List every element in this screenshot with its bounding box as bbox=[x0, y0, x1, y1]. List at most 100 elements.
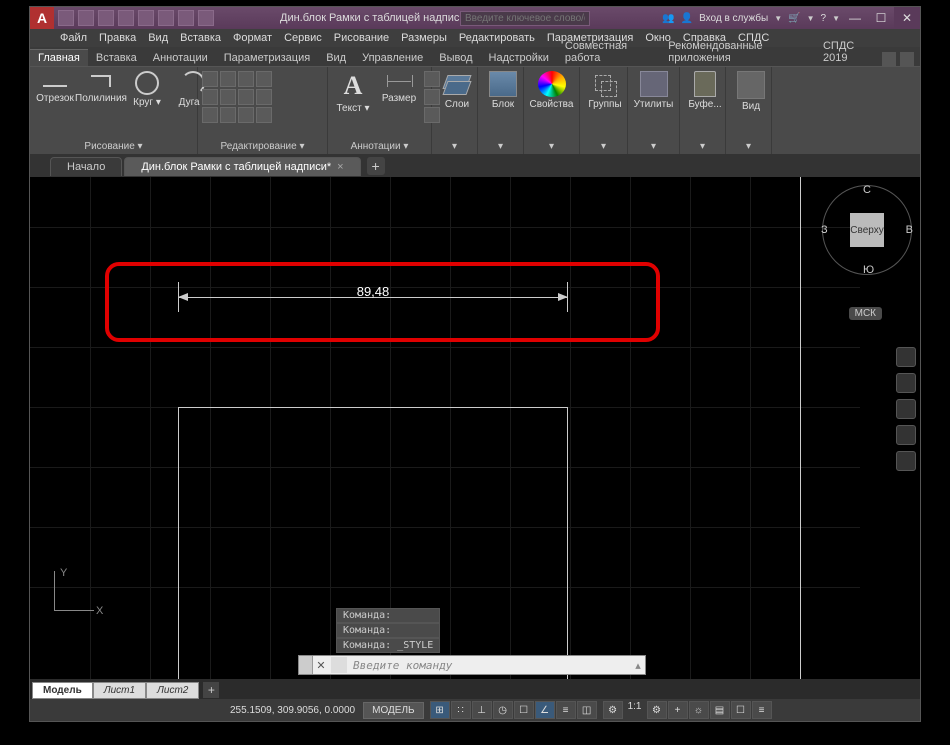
tab-manage[interactable]: Управление bbox=[354, 50, 431, 66]
array-icon[interactable] bbox=[238, 107, 254, 123]
command-line[interactable]: ✕ Введите команду ▴ bbox=[298, 655, 646, 675]
nav-pan-icon[interactable] bbox=[896, 373, 916, 393]
panel-annot-label[interactable]: Аннотации ▾ bbox=[332, 139, 427, 154]
menu-edit[interactable]: Правка bbox=[99, 32, 136, 44]
maximize-button[interactable]: ☐ bbox=[868, 7, 894, 29]
erase-icon[interactable] bbox=[256, 71, 272, 87]
tab-spds2019[interactable]: СПДС 2019 bbox=[815, 38, 882, 66]
offset-icon[interactable] bbox=[256, 107, 272, 123]
tab-close-icon[interactable]: × bbox=[337, 161, 343, 173]
exchange-icon[interactable]: 🛒 bbox=[788, 13, 800, 24]
utilities-button[interactable]: Утилиты bbox=[632, 71, 675, 110]
compass-e[interactable]: В bbox=[906, 224, 913, 236]
panel-layers-expand[interactable]: ▾ bbox=[436, 139, 473, 154]
qat-open-icon[interactable] bbox=[78, 10, 94, 26]
cmd-close-icon[interactable]: ✕ bbox=[313, 659, 329, 672]
explode-icon[interactable] bbox=[256, 89, 272, 105]
circle-button[interactable]: Круг ▾ bbox=[126, 71, 168, 108]
close-button[interactable]: ✕ bbox=[894, 7, 920, 29]
copy-icon[interactable] bbox=[202, 89, 218, 105]
minimize-button[interactable]: — bbox=[842, 7, 868, 29]
nav-wheel-icon[interactable] bbox=[896, 347, 916, 367]
layout-sheet1[interactable]: Лист1 bbox=[93, 682, 146, 699]
compass-n[interactable]: С bbox=[863, 184, 871, 196]
dimension-button[interactable]: Размер bbox=[378, 71, 420, 104]
otrack-toggle-icon[interactable]: ∠ bbox=[535, 701, 555, 719]
qat-redo-icon[interactable] bbox=[178, 10, 194, 26]
stretch-icon[interactable] bbox=[202, 107, 218, 123]
panel-draw-label[interactable]: Рисование ▾ bbox=[34, 139, 193, 154]
cleanscreen-icon[interactable]: ☐ bbox=[731, 701, 751, 719]
tab-home[interactable]: Главная bbox=[30, 49, 88, 66]
help-search-input[interactable] bbox=[460, 11, 590, 26]
panel-modify-label[interactable]: Редактирование ▾ bbox=[202, 139, 323, 154]
cmd-drag-handle-icon[interactable] bbox=[299, 656, 313, 674]
menu-tools[interactable]: Сервис bbox=[284, 32, 322, 44]
menu-file[interactable]: Файл bbox=[60, 32, 87, 44]
qat-saveas-icon[interactable] bbox=[118, 10, 134, 26]
menu-view[interactable]: Вид bbox=[148, 32, 168, 44]
panel-props-expand[interactable]: ▾ bbox=[528, 139, 575, 154]
grid-toggle-icon[interactable]: ⊞ bbox=[430, 701, 450, 719]
view-button[interactable]: Вид bbox=[730, 71, 772, 112]
trim-icon[interactable] bbox=[238, 71, 254, 87]
ortho-toggle-icon[interactable]: ⊥ bbox=[472, 701, 492, 719]
clipboard-button[interactable]: Буфе... bbox=[684, 71, 726, 110]
qat-undo-icon[interactable] bbox=[158, 10, 174, 26]
qat-new-icon[interactable] bbox=[58, 10, 74, 26]
tab-drawing[interactable]: Дин.блок Рамки с таблицей надписи*× bbox=[124, 157, 360, 176]
lineweight-toggle-icon[interactable]: ≡ bbox=[556, 701, 576, 719]
isolate-icon[interactable]: ☼ bbox=[689, 701, 709, 719]
canvas[interactable]: 89,48 Y X Команда: Команда: Команда: _ST… bbox=[30, 177, 920, 679]
annotation-scale-icon[interactable]: ⚙ bbox=[603, 701, 623, 719]
snap-toggle-icon[interactable]: ∷ bbox=[451, 701, 471, 719]
menu-dimension[interactable]: Размеры bbox=[401, 32, 447, 44]
layout-sheet2[interactable]: Лист2 bbox=[146, 682, 199, 699]
modelspace-button[interactable]: МОДЕЛЬ bbox=[363, 702, 423, 719]
block-button[interactable]: Блок bbox=[482, 71, 524, 110]
menu-draw[interactable]: Рисование bbox=[334, 32, 389, 44]
groups-button[interactable]: Группы bbox=[584, 71, 626, 110]
signin-dropdown-icon[interactable]: ▼ bbox=[774, 14, 782, 23]
scale-value[interactable]: 1:1 bbox=[624, 701, 646, 719]
nav-showmotion-icon[interactable] bbox=[896, 451, 916, 471]
layout-add-button[interactable]: + bbox=[203, 682, 219, 698]
user-icon[interactable]: 👤 bbox=[681, 13, 693, 24]
nav-zoom-icon[interactable] bbox=[896, 399, 916, 419]
mirror-icon[interactable] bbox=[220, 89, 236, 105]
command-input[interactable]: Введите команду bbox=[349, 659, 631, 672]
tab-add-button[interactable]: + bbox=[367, 157, 385, 175]
hardware-accel-icon[interactable]: ▤ bbox=[710, 701, 730, 719]
app-logo-icon[interactable]: A bbox=[30, 7, 54, 29]
tab-output[interactable]: Вывод bbox=[431, 50, 480, 66]
menu-modify[interactable]: Редактировать bbox=[459, 32, 535, 44]
tab-insert[interactable]: Вставка bbox=[88, 50, 145, 66]
panel-block-expand[interactable]: ▾ bbox=[482, 139, 519, 154]
polar-toggle-icon[interactable]: ◷ bbox=[493, 701, 513, 719]
tab-parametric[interactable]: Параметризация bbox=[216, 50, 318, 66]
properties-button[interactable]: Свойства bbox=[528, 71, 575, 110]
compass-s[interactable]: Ю bbox=[863, 264, 874, 276]
customize-icon[interactable]: ≡ bbox=[752, 701, 772, 719]
layout-model[interactable]: Модель bbox=[32, 682, 93, 699]
fillet-icon[interactable] bbox=[238, 89, 254, 105]
menu-format[interactable]: Формат bbox=[233, 32, 272, 44]
panel-groups-expand[interactable]: ▾ bbox=[584, 139, 623, 154]
viewcube[interactable]: С Ю В З Сверху bbox=[822, 185, 912, 295]
compass-w[interactable]: З bbox=[821, 224, 828, 236]
signin-link[interactable]: Вход в службы bbox=[699, 13, 768, 24]
osnap-toggle-icon[interactable]: ☐ bbox=[514, 701, 534, 719]
qat-dropdown-icon[interactable] bbox=[198, 10, 214, 26]
ribbon-collapse-icon[interactable] bbox=[882, 52, 896, 66]
line-button[interactable]: Отрезок bbox=[34, 71, 76, 104]
transparency-toggle-icon[interactable]: ◫ bbox=[577, 701, 597, 719]
text-button[interactable]: AТекст ▾ bbox=[332, 71, 374, 114]
menu-insert[interactable]: Вставка bbox=[180, 32, 221, 44]
rotate-icon[interactable] bbox=[220, 71, 236, 87]
nav-orbit-icon[interactable] bbox=[896, 425, 916, 445]
people-icon[interactable]: 👥 bbox=[662, 13, 674, 24]
move-icon[interactable] bbox=[202, 71, 218, 87]
tab-addins[interactable]: Надстройки bbox=[481, 50, 557, 66]
workspace-icon[interactable]: ⚙ bbox=[647, 701, 667, 719]
drawing-area[interactable]: 89,48 Y X Команда: Команда: Команда: _ST… bbox=[30, 177, 890, 679]
